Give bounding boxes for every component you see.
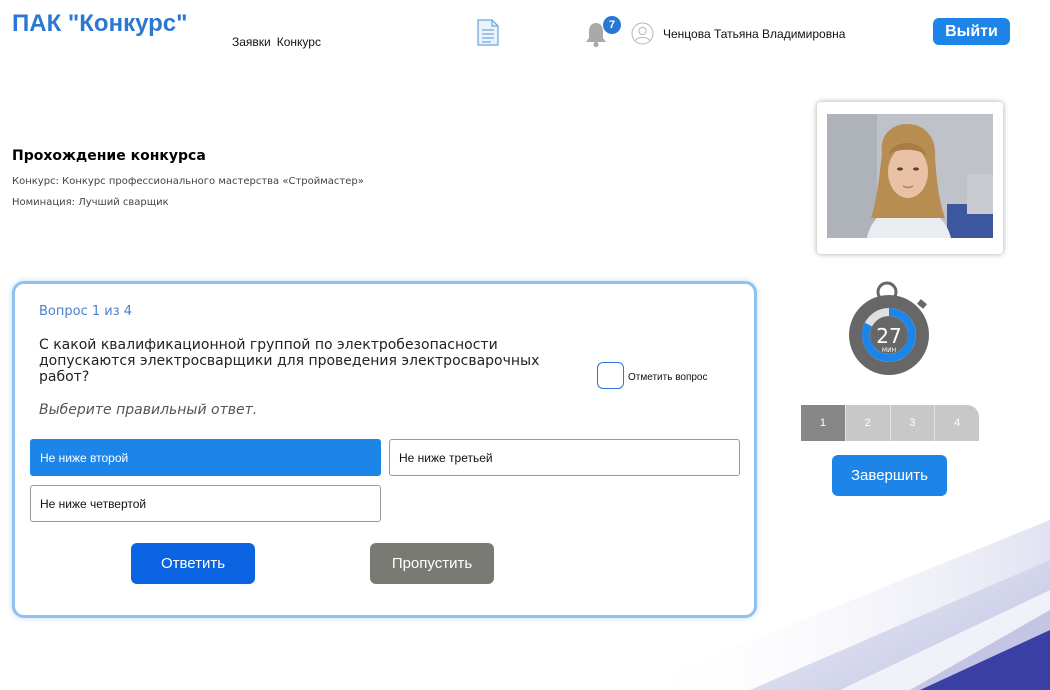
- user-name: Ченцова Татьяна Владимировна: [663, 27, 846, 41]
- answer-option-1[interactable]: Не ниже второй: [30, 439, 381, 476]
- question-hint: Выберите правильный ответ.: [39, 402, 258, 418]
- nomination-name: Номинация: Лучший сварщик: [12, 197, 169, 208]
- answer-option-3[interactable]: Не ниже четвертой: [30, 485, 381, 522]
- logout-button[interactable]: Выйти: [933, 18, 1010, 45]
- question-card: Вопрос 1 из 4 С какой квалификационной г…: [12, 281, 757, 618]
- notifications-button[interactable]: 7: [584, 16, 624, 48]
- answer-option-2[interactable]: Не ниже третьей: [389, 439, 740, 476]
- webcam-preview: [817, 102, 1003, 254]
- page-2-button[interactable]: 2: [845, 405, 891, 441]
- page-title: Прохождение конкурса: [12, 148, 206, 164]
- user-avatar-icon[interactable]: [631, 22, 654, 45]
- nav-item-contest[interactable]: Конкурс: [277, 35, 321, 49]
- webcam-image: [827, 114, 993, 238]
- question-counter: Вопрос 1 из 4: [39, 304, 133, 319]
- mark-question-checkbox[interactable]: [597, 362, 624, 389]
- notifications-count-badge: 7: [603, 16, 621, 34]
- mark-question-label[interactable]: Отметить вопрос: [628, 372, 708, 383]
- countdown-timer: 27 МИН: [845, 279, 935, 379]
- app-logo[interactable]: ПАК "Конкурс": [12, 10, 188, 38]
- question-text: С какой квалификационной группой по элек…: [39, 337, 540, 385]
- submit-answer-button[interactable]: Ответить: [131, 543, 255, 584]
- page-1-button[interactable]: 1: [801, 405, 846, 441]
- main-nav: Заявки Конкурс: [232, 35, 327, 49]
- webcam-video: [827, 114, 993, 238]
- timer-value: 27: [876, 324, 902, 348]
- skip-question-button[interactable]: Пропустить: [370, 543, 494, 584]
- page-3-button[interactable]: 3: [890, 405, 936, 441]
- finish-button[interactable]: Завершить: [832, 455, 947, 496]
- page-4-button[interactable]: 4: [935, 405, 979, 441]
- timer-unit: МИН: [881, 347, 897, 354]
- nav-item-applications[interactable]: Заявки: [232, 35, 271, 49]
- question-pagination: 1 2 3 4: [801, 405, 979, 441]
- contest-name: Конкурс: Конкурс профессионального масте…: [12, 176, 364, 187]
- document-icon[interactable]: [477, 19, 499, 46]
